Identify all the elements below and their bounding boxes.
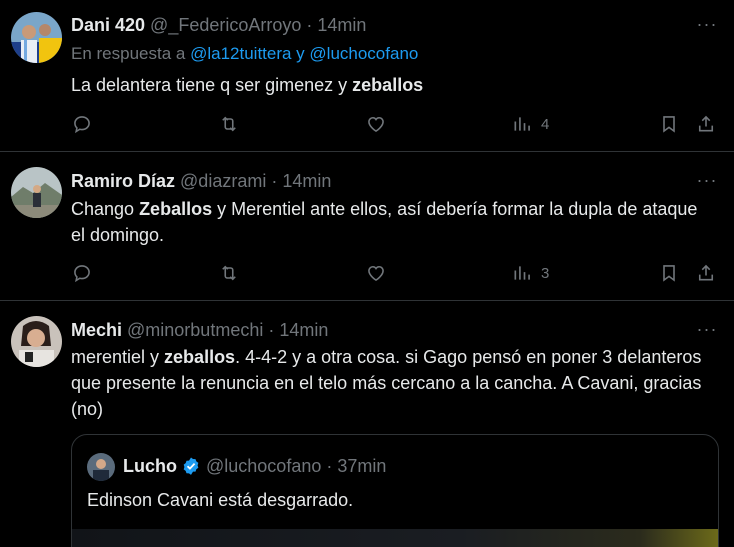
share-icon	[698, 264, 714, 281]
bookmark-icon	[663, 116, 675, 133]
bookmark-button[interactable]	[659, 261, 679, 285]
like-icon	[368, 116, 384, 133]
quoted-media-image[interactable]	[72, 529, 718, 547]
avatar[interactable]	[11, 316, 62, 367]
separator-dot: ·	[326, 455, 333, 476]
reply-mentions[interactable]: @la12tuittera y @luchocofano	[190, 44, 418, 63]
retweet-button[interactable]	[219, 261, 239, 285]
quoted-avatar[interactable]	[87, 453, 115, 481]
tweet-text: La delantera tiene q ser gimenez y zebal…	[71, 72, 714, 98]
like-button[interactable]	[366, 112, 386, 136]
reply-icon	[74, 265, 90, 283]
tweet-text: merentiel y zeballos. 4-4-2 y a otra cos…	[71, 344, 720, 422]
quoted-header: Lucho @luchocofano · 37min	[123, 454, 386, 478]
quoted-tweet-text: Edinson Cavani está desgarrado.	[87, 490, 354, 510]
views-button[interactable]: 4	[512, 112, 549, 136]
tweet-text: Chango Zeballos y Merentiel ante ellos, …	[71, 196, 714, 248]
quoted-display-name[interactable]: Lucho	[123, 456, 177, 477]
profile-photo-icon	[87, 453, 115, 481]
views-icon	[514, 117, 530, 131]
tweet[interactable]: Dani 420 @_FedericoArroyo · 14min ··· En…	[0, 0, 734, 152]
views-count: 3	[541, 264, 550, 282]
tweet-text-bold: Zeballos	[139, 199, 213, 219]
views-count: 4	[541, 115, 550, 133]
timestamp[interactable]: 14min	[317, 15, 366, 36]
profile-photo-icon	[11, 12, 62, 63]
quoted-user-handle[interactable]: @luchocofano	[206, 456, 321, 477]
quoted-timestamp[interactable]: 37min	[337, 456, 386, 477]
action-bar: 3	[72, 261, 722, 285]
retweet-icon	[222, 265, 236, 281]
like-icon	[368, 265, 384, 282]
reply-context: En respuesta a @la12tuittera y @luchocof…	[71, 44, 418, 64]
share-icon	[698, 115, 714, 132]
views-button[interactable]: 3	[512, 261, 549, 285]
display-name[interactable]: Dani 420	[71, 15, 145, 36]
avatar[interactable]	[11, 12, 62, 63]
tweet-header: Dani 420 @_FedericoArroyo · 14min	[71, 14, 366, 36]
more-options-icon[interactable]: ···	[694, 170, 720, 190]
separator-dot: ·	[306, 14, 313, 35]
tweet-text-bold: zeballos	[164, 347, 236, 367]
more-options-icon[interactable]: ···	[694, 14, 720, 34]
share-button[interactable]	[696, 112, 716, 136]
quoted-tweet[interactable]: Lucho @luchocofano · 37min Edinson Cavan…	[71, 434, 719, 547]
more-options-icon[interactable]: ···	[694, 319, 720, 339]
user-handle[interactable]: @_FedericoArroyo	[150, 15, 301, 36]
tweet-header: Mechi @minorbutmechi · 14min	[71, 319, 328, 341]
tweet-text-plain: merentiel y	[71, 347, 165, 367]
reply-button[interactable]	[72, 261, 92, 285]
display-name[interactable]: Ramiro Díaz	[71, 171, 175, 192]
user-handle[interactable]: @diazrami	[180, 171, 266, 192]
reply-icon	[74, 116, 90, 134]
share-button[interactable]	[696, 261, 716, 285]
tweet-text-bold: zeballos	[352, 75, 424, 95]
profile-photo-icon	[11, 167, 62, 218]
display-name[interactable]: Mechi	[71, 320, 122, 341]
bookmark-icon	[663, 265, 675, 282]
retweet-button[interactable]	[219, 112, 239, 136]
bookmark-button[interactable]	[659, 112, 679, 136]
timestamp[interactable]: 14min	[282, 171, 331, 192]
retweet-icon	[222, 116, 236, 132]
profile-photo-icon	[11, 316, 62, 367]
reply-button[interactable]	[72, 112, 92, 136]
tweet[interactable]: Ramiro Díaz @diazrami · 14min ··· Chango…	[0, 152, 734, 301]
tweet-text-plain: Chango	[71, 199, 140, 219]
timestamp[interactable]: 14min	[279, 320, 328, 341]
views-icon	[514, 266, 530, 280]
action-bar: 4	[72, 112, 722, 136]
verified-badge-icon	[183, 457, 199, 475]
separator-dot: ·	[268, 319, 275, 340]
like-button[interactable]	[366, 261, 386, 285]
avatar[interactable]	[11, 167, 62, 218]
user-handle[interactable]: @minorbutmechi	[127, 320, 263, 341]
tweet-header: Ramiro Díaz @diazrami · 14min	[71, 170, 331, 192]
reply-prefix: En respuesta a	[71, 44, 186, 63]
separator-dot: ·	[271, 170, 278, 191]
tweet-text-plain: La delantera tiene q ser gimenez y	[71, 75, 353, 95]
